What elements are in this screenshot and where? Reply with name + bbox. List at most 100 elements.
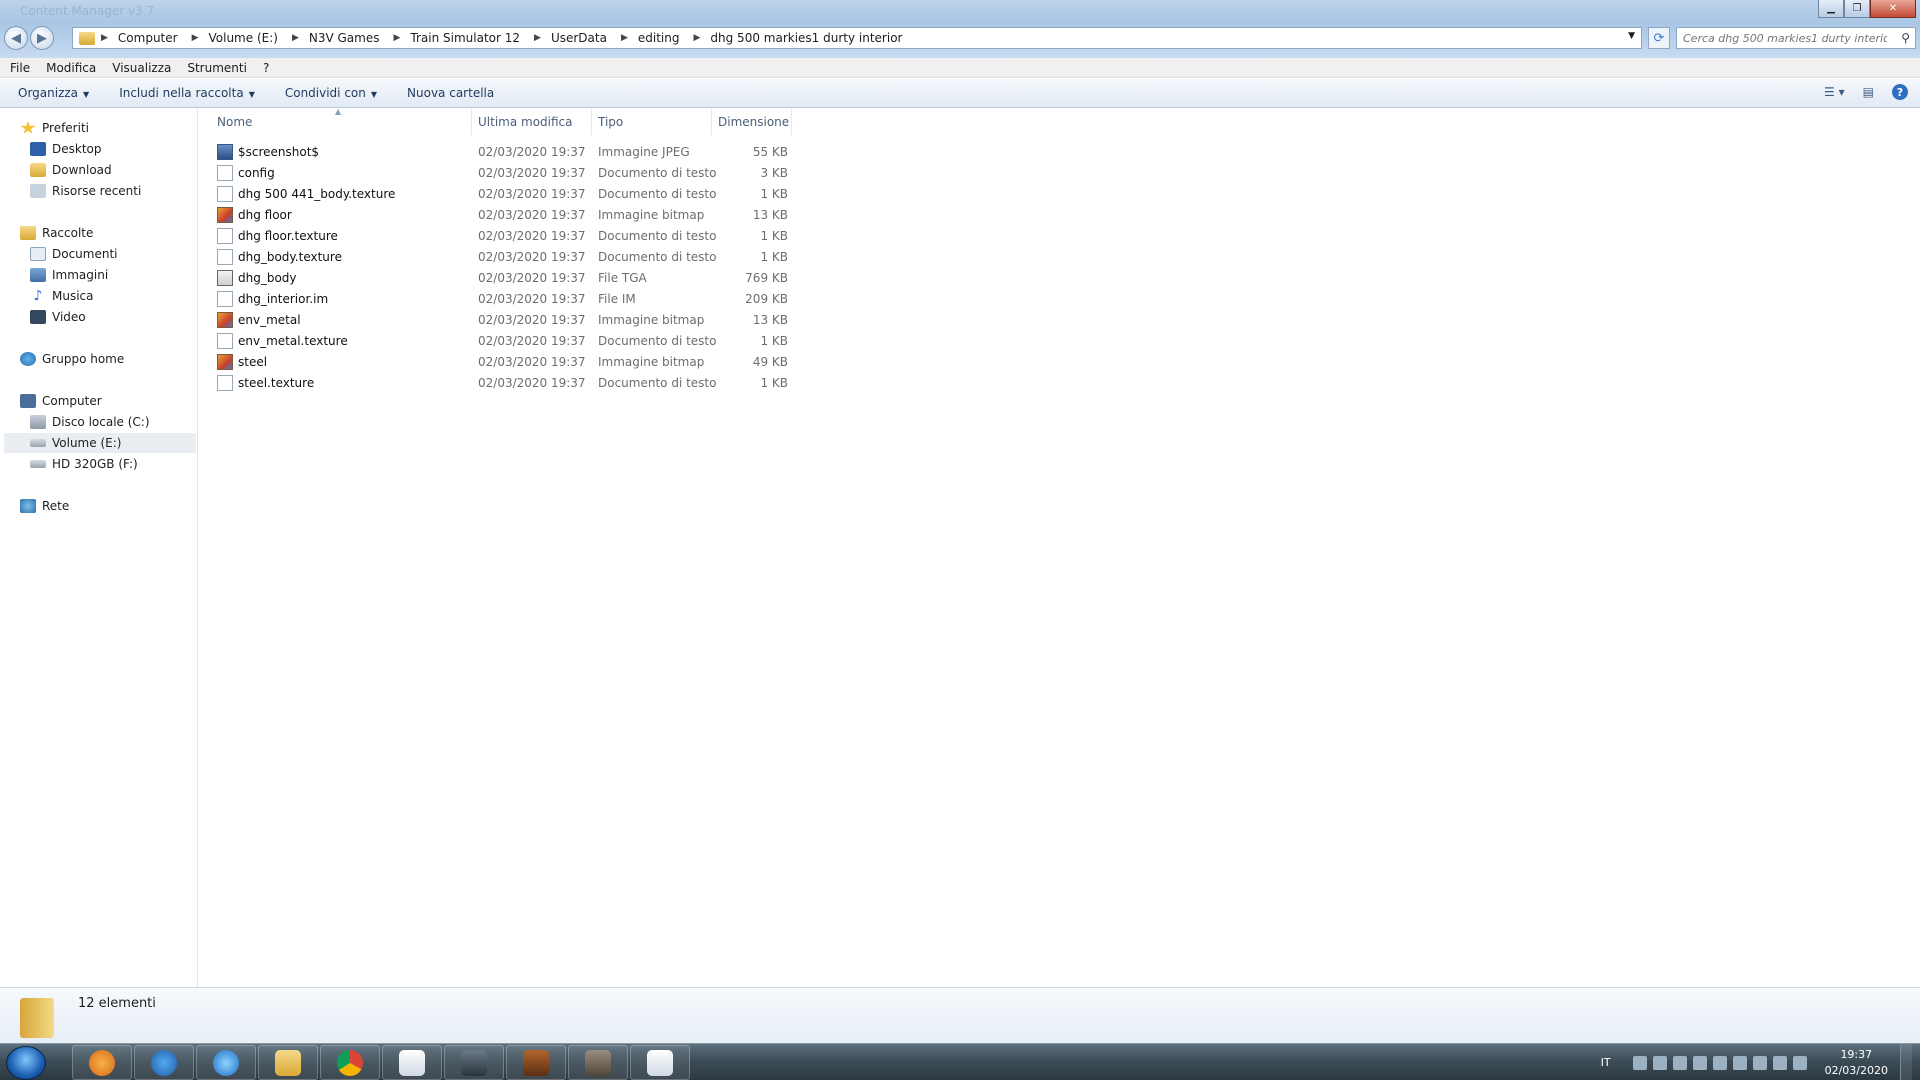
nav-pictures[interactable]: Immagini bbox=[30, 265, 108, 285]
file-type: File IM bbox=[598, 291, 636, 306]
column-header-type[interactable]: Tipo bbox=[592, 109, 712, 135]
file-row[interactable]: dhg_body 02/03/2020 19:37 File TGA 769 K… bbox=[217, 267, 987, 288]
action-center-icon[interactable] bbox=[1752, 1055, 1767, 1070]
new-folder-button[interactable]: Nuova cartella bbox=[407, 86, 494, 100]
breadcrumb-current-folder[interactable]: dhg 500 markies1 durty interior bbox=[710, 31, 902, 45]
volume-icon[interactable] bbox=[1772, 1055, 1787, 1070]
view-options-icon[interactable]: ☰ ▾ bbox=[1824, 85, 1845, 99]
content-manager-icon bbox=[523, 1049, 549, 1076]
nav-documents-label: Documenti bbox=[52, 247, 118, 261]
menu-tools[interactable]: Strumenti bbox=[187, 61, 247, 75]
taskbar-explorer[interactable] bbox=[258, 1045, 318, 1080]
nav-computer[interactable]: Computer bbox=[20, 391, 102, 411]
breadcrumb-userdata[interactable]: UserData bbox=[551, 31, 607, 45]
search-input[interactable] bbox=[1677, 28, 1887, 48]
network-status-icon[interactable] bbox=[1792, 1055, 1807, 1070]
nav-drive-e[interactable]: Volume (E:) bbox=[4, 433, 196, 453]
refresh-button[interactable]: ⟳ bbox=[1648, 27, 1670, 49]
tray-app-icon[interactable] bbox=[1632, 1055, 1647, 1070]
tray-app-icon[interactable] bbox=[1712, 1055, 1727, 1070]
clock-date: 02/03/2020 bbox=[1824, 1063, 1888, 1077]
menu-edit[interactable]: Modifica bbox=[46, 61, 96, 75]
tray-app-icon[interactable] bbox=[1692, 1055, 1707, 1070]
address-bar[interactable]: ▶ Computer ▶ Volume (E:) ▶ N3V Games ▶ T… bbox=[72, 27, 1642, 49]
file-size: 1 KB bbox=[760, 228, 788, 243]
menu-file[interactable]: File bbox=[10, 61, 30, 75]
nav-video[interactable]: Video bbox=[30, 307, 86, 327]
nav-drive-c[interactable]: Disco locale (C:) bbox=[30, 412, 150, 432]
breadcrumb-computer[interactable]: Computer bbox=[118, 31, 178, 45]
desktop-icon bbox=[30, 142, 46, 156]
nav-homegroup[interactable]: Gruppo home bbox=[20, 349, 124, 369]
include-in-library-button[interactable]: Includi nella raccolta ▼ bbox=[119, 86, 255, 100]
file-row[interactable]: dhg_body.texture 02/03/2020 19:37 Docume… bbox=[217, 246, 987, 267]
nav-libraries[interactable]: Raccolte bbox=[20, 223, 93, 243]
column-header-name[interactable]: Nome ▲ bbox=[199, 107, 472, 135]
back-button[interactable]: ◀ bbox=[4, 26, 28, 50]
taskbar-chrome[interactable] bbox=[320, 1045, 380, 1080]
nav-drive-f[interactable]: HD 320GB (F:) bbox=[30, 454, 138, 474]
close-button[interactable]: ✕ bbox=[1870, 0, 1916, 18]
nav-music[interactable]: ♪ Musica bbox=[30, 286, 94, 306]
taskbar-trainz[interactable] bbox=[444, 1045, 504, 1080]
nav-drive-f-label: HD 320GB (F:) bbox=[52, 457, 138, 471]
nav-recent[interactable]: Risorse recenti bbox=[30, 181, 141, 201]
menu-help[interactable]: ? bbox=[263, 61, 269, 75]
nav-drive-e-label: Volume (E:) bbox=[52, 436, 122, 450]
file-date: 02/03/2020 19:37 bbox=[478, 207, 586, 222]
file-row[interactable]: steel 02/03/2020 19:37 Immagine bitmap 4… bbox=[217, 351, 987, 372]
nav-documents[interactable]: Documenti bbox=[30, 244, 118, 264]
minimize-button[interactable]: ▁ bbox=[1818, 0, 1844, 18]
help-icon[interactable]: ? bbox=[1892, 84, 1908, 100]
start-button[interactable] bbox=[6, 1046, 46, 1080]
taskbar-internet-explorer[interactable] bbox=[196, 1045, 256, 1080]
breadcrumb-n3v-games[interactable]: N3V Games bbox=[309, 31, 380, 45]
file-row[interactable]: dhg_interior.im 02/03/2020 19:37 File IM… bbox=[217, 288, 987, 309]
tray-app-icon[interactable] bbox=[1732, 1055, 1747, 1070]
language-indicator[interactable]: IT bbox=[1601, 1056, 1611, 1069]
search-icon[interactable]: ⚲ bbox=[1901, 31, 1910, 45]
maximize-button[interactable]: ❐ bbox=[1844, 0, 1870, 18]
preview-pane-icon[interactable]: ▤ bbox=[1863, 85, 1874, 99]
taskbar-ccleaner[interactable] bbox=[134, 1045, 194, 1080]
file-size: 13 KB bbox=[752, 207, 788, 222]
file-size: 209 KB bbox=[745, 291, 788, 306]
organize-button[interactable]: Organizza ▼ bbox=[18, 86, 89, 100]
tray-app-icon[interactable] bbox=[1672, 1055, 1687, 1070]
column-header-size[interactable]: Dimensione bbox=[712, 109, 792, 135]
file-size: 55 KB bbox=[752, 144, 788, 159]
nav-drive-c-label: Disco locale (C:) bbox=[52, 415, 150, 429]
breadcrumb-editing[interactable]: editing bbox=[638, 31, 680, 45]
taskbar-gimp[interactable] bbox=[568, 1045, 628, 1080]
breadcrumb-train-simulator[interactable]: Train Simulator 12 bbox=[410, 31, 520, 45]
nav-download[interactable]: Download bbox=[30, 160, 112, 180]
file-row[interactable]: dhg floor 02/03/2020 19:37 Immagine bitm… bbox=[217, 204, 987, 225]
chevron-down-icon[interactable]: ▼ bbox=[1628, 31, 1635, 41]
taskbar-content-manager[interactable] bbox=[506, 1045, 566, 1080]
file-row[interactable]: $screenshot$ 02/03/2020 19:37 Immagine J… bbox=[217, 141, 987, 162]
taskbar-window-2[interactable] bbox=[630, 1045, 690, 1080]
file-row[interactable]: env_metal.texture 02/03/2020 19:37 Docum… bbox=[217, 330, 987, 351]
file-row[interactable]: dhg floor.texture 02/03/2020 19:37 Docum… bbox=[217, 225, 987, 246]
clock[interactable]: 19:37 02/03/2020 bbox=[1825, 1047, 1888, 1079]
nav-network[interactable]: Rete bbox=[20, 496, 69, 516]
column-header-modified[interactable]: Ultima modifica bbox=[472, 109, 592, 135]
file-row[interactable]: config 02/03/2020 19:37 Documento di tes… bbox=[217, 162, 987, 183]
menu-view[interactable]: Visualizza bbox=[112, 61, 171, 75]
nav-favorites[interactable]: Preferiti bbox=[20, 118, 89, 138]
file-row[interactable]: env_metal 02/03/2020 19:37 Immagine bitm… bbox=[217, 309, 987, 330]
nav-desktop[interactable]: Desktop bbox=[30, 139, 102, 159]
file-row[interactable]: dhg 500 441_body.texture 02/03/2020 19:3… bbox=[217, 183, 987, 204]
tray-app-icon[interactable] bbox=[1652, 1055, 1667, 1070]
share-with-button[interactable]: Condividi con ▼ bbox=[285, 86, 377, 100]
forward-button[interactable]: ▶ bbox=[30, 26, 54, 50]
file-date: 02/03/2020 19:37 bbox=[478, 186, 586, 201]
file-size: 1 KB bbox=[760, 249, 788, 264]
column-size-label: Dimensione bbox=[718, 115, 790, 129]
show-desktop-button[interactable] bbox=[1900, 1044, 1912, 1080]
search-box[interactable]: ⚲ bbox=[1676, 27, 1916, 49]
breadcrumb-volume-e[interactable]: Volume (E:) bbox=[209, 31, 278, 45]
taskbar-media-player[interactable] bbox=[72, 1045, 132, 1080]
file-row[interactable]: steel.texture 02/03/2020 19:37 Documento… bbox=[217, 372, 987, 393]
taskbar-window-1[interactable] bbox=[382, 1045, 442, 1080]
